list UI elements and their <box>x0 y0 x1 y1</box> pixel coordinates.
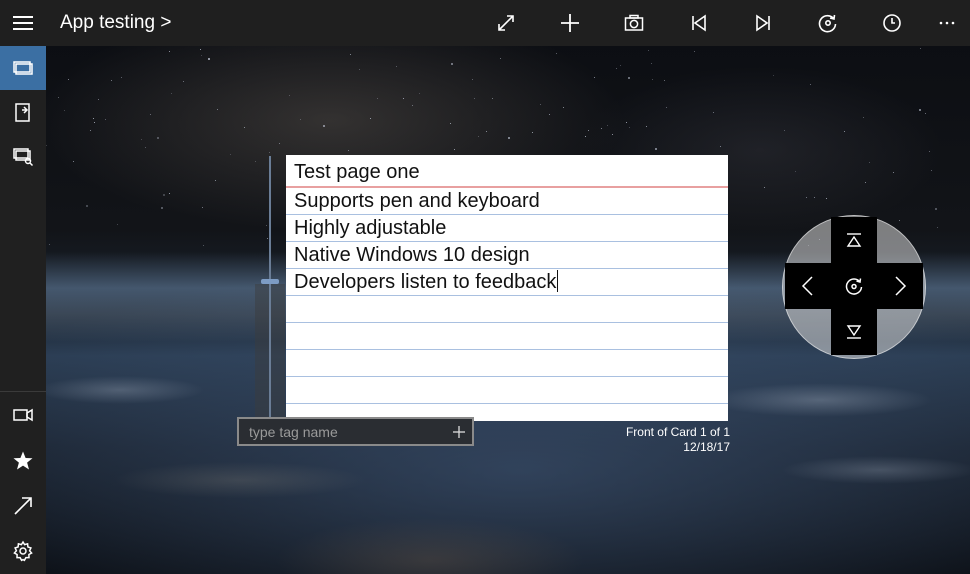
camera-icon[interactable] <box>611 0 657 46</box>
card-meta: Front of Card 1 of 1 12/18/17 <box>560 425 730 455</box>
collapse-up-icon[interactable] <box>831 217 877 263</box>
star <box>936 226 938 228</box>
star <box>169 50 171 52</box>
card-line[interactable]: Highly adjustable <box>286 215 728 242</box>
plus-icon[interactable] <box>547 0 593 46</box>
star <box>395 66 397 68</box>
star <box>358 68 360 70</box>
export-icon[interactable] <box>0 90 46 134</box>
card-line[interactable] <box>286 296 728 323</box>
tag-input[interactable] <box>239 419 446 444</box>
more-icon[interactable] <box>924 0 970 46</box>
app-title[interactable]: App testing > <box>60 12 171 34</box>
star <box>539 103 541 105</box>
star <box>655 147 658 150</box>
title-bar: App testing > <box>0 0 970 46</box>
star <box>199 48 201 50</box>
cards-icon[interactable] <box>0 46 46 90</box>
star <box>868 161 870 163</box>
text-caret <box>557 270 559 292</box>
star <box>418 92 420 94</box>
skip-to-end-icon[interactable] <box>740 0 786 46</box>
card-line[interactable]: Supports pen and keyboard <box>286 188 728 215</box>
star <box>171 92 173 94</box>
star <box>230 153 232 155</box>
star <box>350 53 352 55</box>
card-scroll-rail[interactable] <box>269 156 271 418</box>
star <box>806 196 807 198</box>
arrow-diagonal-icon[interactable] <box>0 484 46 528</box>
star <box>163 193 166 196</box>
star <box>928 150 930 152</box>
star <box>898 220 900 222</box>
star <box>63 109 65 111</box>
star <box>369 118 371 119</box>
chevron-right-icon[interactable] <box>877 263 923 309</box>
card-side-label: Front of Card 1 of 1 <box>625 425 730 439</box>
star <box>930 169 932 171</box>
star <box>243 126 245 128</box>
card-line[interactable] <box>286 377 728 404</box>
star-icon[interactable] <box>0 439 46 483</box>
star <box>763 186 765 188</box>
star <box>712 111 714 113</box>
reload-card-icon[interactable] <box>805 0 851 46</box>
star <box>347 150 349 152</box>
star <box>403 97 405 99</box>
card-line[interactable] <box>286 350 728 377</box>
card-scroll-thumb[interactable] <box>261 279 279 284</box>
star <box>265 224 267 226</box>
star <box>652 78 654 80</box>
star <box>844 130 846 132</box>
chevron-left-icon[interactable] <box>785 263 831 309</box>
card-line-active[interactable]: Developers listen to feedback <box>286 269 728 296</box>
star <box>934 207 937 210</box>
star <box>616 67 618 69</box>
star <box>562 107 564 109</box>
star <box>485 130 487 132</box>
add-tag-icon[interactable] <box>446 419 472 444</box>
star <box>149 113 151 115</box>
hamburger-icon[interactable] <box>0 0 46 46</box>
star <box>161 206 164 209</box>
card-date: 12/18/17 <box>683 440 730 454</box>
card-line[interactable]: Native Windows 10 design <box>286 242 728 269</box>
clock-icon[interactable] <box>869 0 915 46</box>
card-line-text: Developers listen to feedback <box>294 271 557 293</box>
star <box>593 76 595 78</box>
star <box>140 138 142 140</box>
expand-icon[interactable] <box>483 0 529 46</box>
video-icon[interactable] <box>0 393 46 437</box>
star <box>411 104 413 106</box>
star <box>508 136 511 139</box>
star <box>202 245 204 247</box>
left-sidebar <box>0 46 46 574</box>
tag-box <box>237 417 474 446</box>
star <box>809 83 811 85</box>
collapse-down-icon[interactable] <box>831 309 877 355</box>
star <box>157 136 160 139</box>
star <box>892 171 894 173</box>
skip-to-start-icon[interactable] <box>676 0 722 46</box>
star <box>648 49 650 51</box>
star <box>924 112 926 114</box>
star <box>254 161 256 163</box>
flip-card-icon[interactable] <box>831 263 877 309</box>
star <box>300 118 302 120</box>
card-line[interactable] <box>286 323 728 350</box>
star <box>93 121 95 123</box>
card-search-icon[interactable] <box>0 134 46 178</box>
sidebar-divider <box>0 391 46 392</box>
star <box>73 160 75 162</box>
flash-card[interactable]: Test page one Supports pen and keyboard … <box>286 155 728 421</box>
settings-icon[interactable] <box>0 529 46 573</box>
card-title[interactable]: Test page one <box>286 155 728 188</box>
